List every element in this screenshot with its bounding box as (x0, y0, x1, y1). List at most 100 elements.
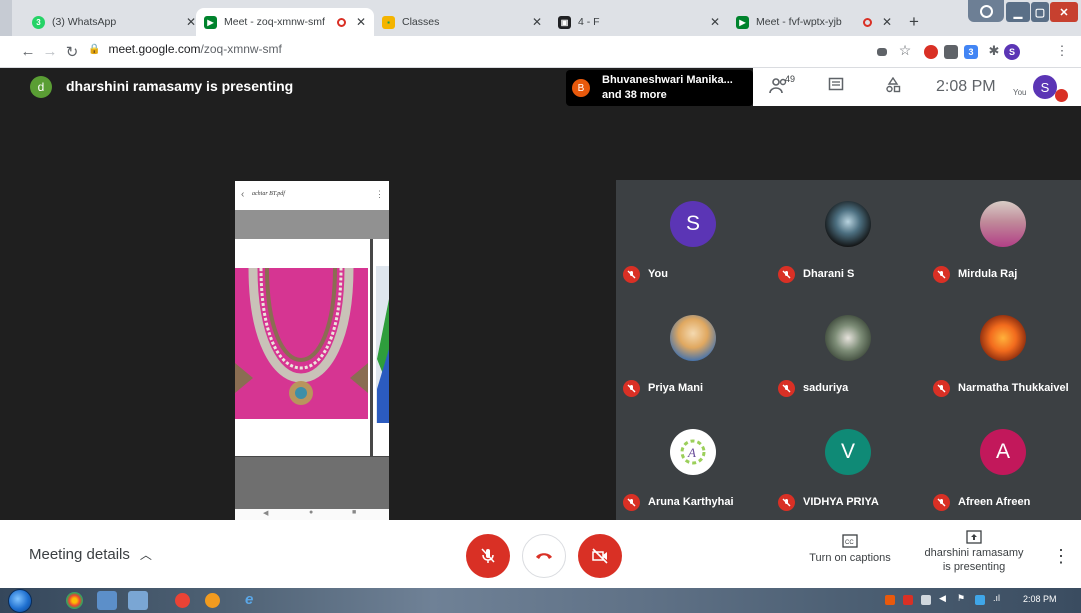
recording-icon (862, 17, 872, 27)
participant-photo (980, 201, 1026, 247)
tab-whatsapp[interactable]: 3 (3) WhatsApp ✕ (24, 8, 204, 36)
leave-call-button[interactable] (522, 534, 566, 578)
mic-toggle-button[interactable] (466, 534, 510, 578)
joiner-name: Bhuvaneshwari Manika... (602, 74, 733, 86)
profile-avatar[interactable]: S (1004, 44, 1020, 60)
presenting-line-1: dharshini ramasamy (924, 547, 1024, 559)
extension-red-icon[interactable] (924, 45, 938, 59)
present-icon (966, 530, 982, 544)
mic-off-icon (623, 494, 640, 511)
signal-icon[interactable]: .ıl (993, 593, 1003, 603)
app-taskbar-icon[interactable] (128, 591, 148, 610)
participant-name: Narmatha Thukkaivel (958, 382, 1069, 394)
explorer-taskbar-icon[interactable] (97, 591, 117, 610)
participant-tile[interactable]: A Aruna Karthyhai (616, 408, 771, 518)
new-tab-button[interactable]: + (903, 11, 925, 33)
close-tab-icon[interactable]: ✕ (356, 15, 366, 29)
participant-tile[interactable]: Priya Mani (616, 294, 771, 404)
participant-avatar: A (980, 429, 1026, 475)
tab-classes[interactable]: ▪ Classes ✕ (374, 8, 550, 36)
ie-taskbar-icon[interactable]: e (245, 591, 265, 610)
profile-chip[interactable] (968, 0, 1004, 22)
nav-home-icon: ● (309, 509, 314, 516)
meeting-clock: 2:08 PM (936, 78, 996, 95)
hang-up-icon (536, 553, 552, 559)
back-icon[interactable]: ← (18, 43, 38, 60)
tab-4f[interactable]: ▣ 4 - F ✕ (550, 8, 728, 36)
more-options-icon[interactable]: ⋮ (1052, 546, 1070, 567)
close-tab-icon[interactable]: ✕ (186, 15, 196, 29)
firefox-taskbar-icon[interactable] (205, 593, 220, 608)
mic-off-icon (778, 494, 795, 511)
tray-app-icon[interactable] (885, 595, 895, 605)
start-button[interactable] (8, 589, 32, 613)
flag-icon[interactable]: ⚑ (957, 593, 967, 603)
meet-icon: ▶ (204, 15, 217, 29)
self-avatar[interactable]: S (1033, 75, 1057, 99)
maximize-button[interactable]: ▢ (1031, 2, 1049, 22)
participant-tile[interactable]: Dharani S (771, 180, 926, 290)
whatsapp-icon: 3 (32, 15, 45, 29)
participant-tile[interactable]: Mirdula Raj (926, 180, 1081, 290)
close-tab-icon[interactable]: ✕ (882, 15, 892, 29)
tab-title: Meet - zoq-xmnw-smf (224, 16, 325, 28)
media-taskbar-icon[interactable] (175, 593, 190, 608)
activities-icon[interactable] (885, 76, 901, 98)
volume-icon[interactable]: ◀ (939, 593, 949, 603)
pdf-next-page (373, 239, 389, 456)
presenter-avatar: d (30, 76, 52, 98)
pdf-bottom-gutter (235, 457, 389, 509)
participant-tile[interactable]: saduriya (771, 294, 926, 404)
tab-meet-second[interactable]: ▶ Meet - fvf-wptx-yjb ✕ (728, 8, 900, 36)
mic-off-icon (481, 548, 495, 563)
camera-toggle-button[interactable] (578, 534, 622, 578)
extension-grey-icon[interactable] (944, 45, 958, 59)
tab-meet-active[interactable]: ▶ Meet - zoq-xmnw-smf ✕ (196, 8, 374, 36)
presenter-banner: dharshini ramasamy is presenting (66, 78, 294, 94)
captions-label: Turn on captions (809, 552, 891, 564)
participant-tile[interactable]: Narmatha Thukkaivel (926, 294, 1081, 404)
minimize-button[interactable]: ▁ (1006, 2, 1030, 22)
camera-indicator-icon[interactable] (877, 48, 887, 56)
tab-strip-edge (0, 0, 12, 36)
tray-device-icon[interactable] (921, 595, 931, 605)
mic-off-icon (623, 380, 640, 397)
participant-name: saduriya (803, 382, 849, 394)
extension-blue-icon[interactable]: 3 (964, 45, 978, 59)
url-field[interactable]: 🔒 meet.google.com /zoq-xmnw-smf (88, 42, 282, 56)
self-label: You (1013, 88, 1027, 97)
mic-off-icon (933, 380, 950, 397)
forward-icon[interactable]: → (40, 43, 60, 60)
close-tab-icon[interactable]: ✕ (710, 15, 720, 29)
chrome-taskbar-icon[interactable] (66, 592, 83, 609)
chat-icon[interactable] (828, 77, 844, 98)
participant-tile[interactable]: A Afreen Afreen (926, 408, 1081, 518)
captions-button[interactable]: CC Turn on captions (804, 534, 896, 564)
participant-tile[interactable]: S You (616, 180, 771, 290)
joiner-more: and 38 more (602, 89, 667, 101)
extensions-puzzle-icon[interactable]: ✱ (984, 43, 1004, 59)
meeting-details-button[interactable]: Meeting details ︿ (29, 546, 152, 563)
browser-tab-strip: 3 (3) WhatsApp ✕ ▶ Meet - zoq-xmnw-smf ✕… (0, 0, 1081, 36)
joiner-avatar: B (572, 79, 590, 97)
mic-off-icon (933, 494, 950, 511)
participant-tile[interactable]: V VIDHYA PRIYA (771, 408, 926, 518)
browser-menu-icon[interactable]: ⋮ (1052, 43, 1072, 59)
close-tab-icon[interactable]: ✕ (532, 15, 542, 29)
windows-taskbar: e ◀ ⚑ .ıl 2:08 PM (0, 588, 1081, 613)
participant-photo (825, 315, 871, 361)
close-window-button[interactable]: ✕ (1050, 2, 1078, 22)
presentation-view[interactable]: ‹ achiar BT.pdf ⋮ ◀ ● ■ (235, 181, 389, 521)
participant-photo: A (670, 429, 716, 475)
tray-network-app-icon[interactable] (975, 595, 985, 605)
present-now-button[interactable]: dharshini ramasamy is presenting (918, 530, 1030, 574)
meet-stage: d dharshini ramasamy is presenting B Bhu… (0, 68, 1081, 521)
bookmark-star-icon[interactable]: ☆ (895, 42, 915, 59)
taskbar-clock[interactable]: 2:08 PM (1023, 594, 1057, 604)
nav-back-icon: ◀ (263, 510, 269, 517)
pdf-gutter (235, 210, 389, 239)
reload-icon[interactable]: ↻ (62, 43, 82, 61)
tray-antivirus-icon[interactable] (903, 595, 913, 605)
recording-icon (336, 17, 346, 27)
embroidered-blouse-image (235, 268, 368, 419)
